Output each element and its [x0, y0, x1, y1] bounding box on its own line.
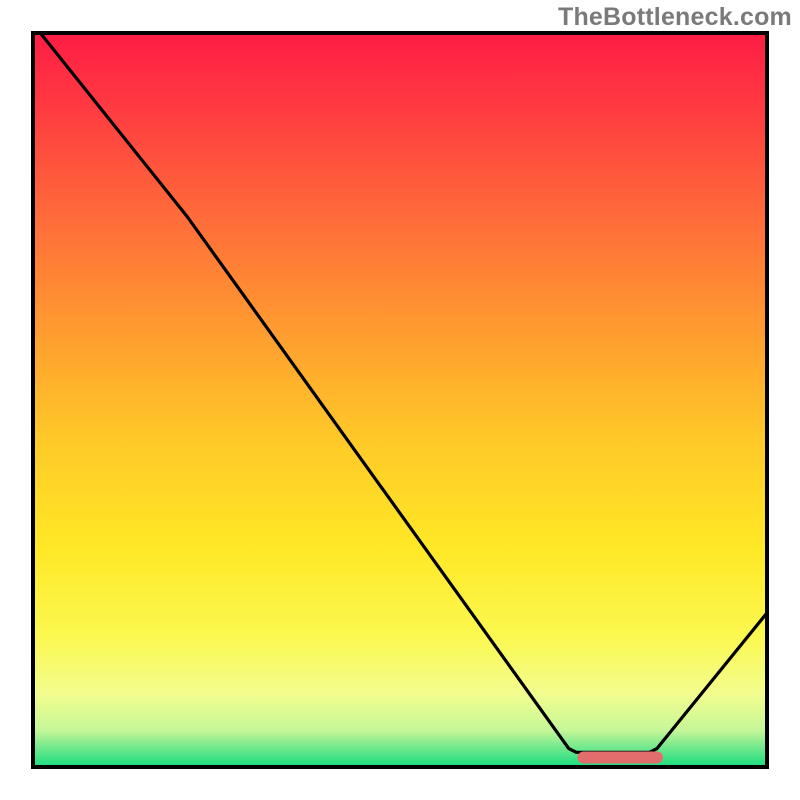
watermark-text: TheBottleneck.com	[558, 3, 792, 32]
plot-background	[33, 33, 767, 767]
chart-svg	[0, 0, 800, 800]
chart-container: { "watermark": "TheBottleneck.com", "cha…	[0, 0, 800, 800]
